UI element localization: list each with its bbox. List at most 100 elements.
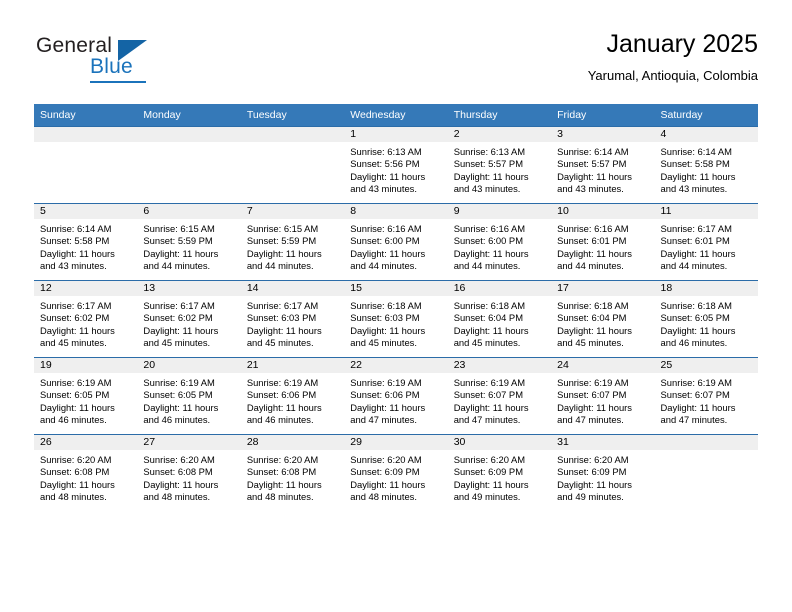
- day-details: Sunrise: 6:16 AM Sunset: 6:00 PM Daylight:…: [448, 219, 551, 273]
- day-number: 15: [344, 281, 448, 296]
- sunset-line: Sunset: 5:58 PM: [660, 158, 730, 170]
- sunset-line: Sunset: 6:03 PM: [246, 312, 317, 324]
- weekday-header-friday: Friday: [551, 104, 655, 127]
- day-number: [240, 127, 345, 142]
- calendar-week-row: 26 Sunrise: 6:20 AM Sunset: 6:08 PM Dayligh…: [34, 434, 758, 511]
- daylight-line: Daylight: 11 hours: [557, 247, 632, 259]
- day-details: Sunrise: 6:20 AM Sunset: 6:08 PM Daylight:…: [137, 450, 240, 504]
- daylight-line-cont: and 43 minutes.: [660, 183, 728, 195]
- sunrise-line: Sunrise: 6:19 AM: [660, 377, 732, 388]
- daylight-line-cont: and 46 minutes.: [246, 414, 314, 426]
- day-details: Sunrise: 6:20 AM Sunset: 6:09 PM Daylight:…: [551, 450, 654, 504]
- daylight-line-cont: and 43 minutes.: [350, 183, 417, 195]
- sunset-line: Sunset: 5:56 PM: [350, 158, 420, 170]
- day-number: 3: [551, 127, 655, 142]
- daylight-line: Daylight: 11 hours: [660, 247, 736, 259]
- calendar-day-cell[interactable]: 16 Sunrise: 6:18 AM Sunset: 6:04 PM Dayligh…: [447, 280, 552, 358]
- calendar-day-cell[interactable]: 27 Sunrise: 6:20 AM Sunset: 6:08 PM Dayligh…: [137, 434, 241, 511]
- day-number: 18: [654, 281, 758, 296]
- calendar-day-cell[interactable]: 5 Sunrise: 6:14 AM Sunset: 5:58 PM Daylight…: [34, 203, 138, 281]
- calendar-day-cell[interactable]: 3 Sunrise: 6:14 AM Sunset: 5:57 PM Daylight…: [551, 126, 655, 204]
- day-details: Sunrise: 6:17 AM Sunset: 6:03 PM Daylight:…: [241, 296, 344, 350]
- calendar-day-cell[interactable]: 7 Sunrise: 6:15 AM Sunset: 5:59 PM Daylight…: [240, 203, 345, 281]
- sunrise-line: Sunrise: 6:19 AM: [453, 377, 526, 388]
- daylight-line: Daylight: 11 hours: [350, 401, 426, 413]
- day-details: Sunrise: 6:19 AM Sunset: 6:07 PM Daylight:…: [551, 373, 654, 427]
- sunset-line: Sunset: 5:59 PM: [143, 235, 213, 247]
- calendar-week-row: 5 Sunrise: 6:14 AM Sunset: 5:58 PM Daylight…: [34, 203, 758, 281]
- sunrise-line: Sunrise: 6:20 AM: [350, 454, 422, 465]
- calendar-day-cell[interactable]: 31 Sunrise: 6:20 AM Sunset: 6:09 PM Dayligh…: [551, 434, 655, 511]
- daylight-line-cont: and 44 minutes.: [660, 260, 728, 272]
- daylight-line-cont: and 44 minutes.: [143, 260, 211, 272]
- calendar-day-cell[interactable]: 26 Sunrise: 6:20 AM Sunset: 6:08 PM Dayligh…: [34, 434, 138, 511]
- calendar-day-cell[interactable]: 15 Sunrise: 6:18 AM Sunset: 6:03 PM Dayligh…: [344, 280, 448, 358]
- calendar-empty-cell: [240, 126, 345, 204]
- day-details: Sunrise: 6:13 AM Sunset: 5:56 PM Daylight:…: [344, 142, 447, 196]
- calendar-day-cell[interactable]: 1 Sunrise: 6:13 AM Sunset: 5:56 PM Daylight…: [344, 126, 448, 204]
- day-number: 9: [447, 204, 552, 219]
- day-number: 27: [137, 435, 241, 450]
- sunrise-line: Sunrise: 6:20 AM: [143, 454, 215, 465]
- daylight-line-cont: and 48 minutes.: [40, 491, 107, 503]
- calendar-day-cell[interactable]: 20 Sunrise: 6:19 AM Sunset: 6:05 PM Dayligh…: [137, 357, 241, 435]
- calendar-day-cell[interactable]: 4 Sunrise: 6:14 AM Sunset: 5:58 PM Daylight…: [654, 126, 758, 204]
- calendar-day-cell[interactable]: 22 Sunrise: 6:19 AM Sunset: 6:06 PM Dayligh…: [344, 357, 448, 435]
- sunset-line: Sunset: 5:57 PM: [453, 158, 523, 170]
- daylight-line: Daylight: 11 hours: [453, 478, 529, 490]
- day-details: Sunrise: 6:19 AM Sunset: 6:07 PM Daylight:…: [448, 373, 551, 427]
- calendar-day-cell[interactable]: 30 Sunrise: 6:20 AM Sunset: 6:09 PM Dayligh…: [447, 434, 552, 511]
- daylight-line-cont: and 45 minutes.: [246, 337, 314, 349]
- sunrise-line: Sunrise: 6:18 AM: [557, 300, 629, 311]
- calendar-day-cell[interactable]: 17 Sunrise: 6:18 AM Sunset: 6:04 PM Dayligh…: [551, 280, 655, 358]
- calendar-day-cell[interactable]: 2 Sunrise: 6:13 AM Sunset: 5:57 PM Daylight…: [447, 126, 552, 204]
- calendar-day-cell[interactable]: 6 Sunrise: 6:15 AM Sunset: 5:59 PM Daylight…: [137, 203, 241, 281]
- day-number: 14: [240, 281, 345, 296]
- sunset-line: Sunset: 6:05 PM: [660, 312, 730, 324]
- calendar-day-cell[interactable]: 18 Sunrise: 6:18 AM Sunset: 6:05 PM Dayligh…: [654, 280, 758, 358]
- general-blue-logo[interactable]: General Blue: [34, 34, 264, 90]
- daylight-line-cont: and 44 minutes.: [246, 260, 314, 272]
- calendar-day-cell[interactable]: 8 Sunrise: 6:16 AM Sunset: 6:00 PM Daylight…: [344, 203, 448, 281]
- sunrise-line: Sunrise: 6:18 AM: [350, 300, 422, 311]
- sunrise-line: Sunrise: 6:13 AM: [350, 146, 422, 157]
- calendar-day-cell[interactable]: 28 Sunrise: 6:20 AM Sunset: 6:08 PM Dayligh…: [240, 434, 345, 511]
- sunset-line: Sunset: 6:04 PM: [557, 312, 627, 324]
- day-details: Sunrise: 6:14 AM Sunset: 5:58 PM Daylight:…: [34, 219, 137, 273]
- day-number: 31: [551, 435, 655, 450]
- daylight-line: Daylight: 11 hours: [557, 170, 632, 182]
- day-number: 1: [344, 127, 448, 142]
- calendar-day-cell[interactable]: 9 Sunrise: 6:16 AM Sunset: 6:00 PM Daylight…: [447, 203, 552, 281]
- calendar-day-cell[interactable]: 13 Sunrise: 6:17 AM Sunset: 6:02 PM Dayligh…: [137, 280, 241, 358]
- daylight-line: Daylight: 11 hours: [453, 324, 529, 336]
- calendar-day-cell[interactable]: 21 Sunrise: 6:19 AM Sunset: 6:06 PM Dayligh…: [240, 357, 345, 435]
- calendar-day-cell[interactable]: 25 Sunrise: 6:19 AM Sunset: 6:07 PM Dayligh…: [654, 357, 758, 435]
- day-details: Sunrise: 6:19 AM Sunset: 6:06 PM Daylight:…: [344, 373, 447, 427]
- daylight-line-cont: and 43 minutes.: [453, 183, 521, 195]
- sunset-line: Sunset: 5:57 PM: [557, 158, 627, 170]
- calendar-day-cell[interactable]: 12 Sunrise: 6:17 AM Sunset: 6:02 PM Dayligh…: [34, 280, 138, 358]
- daylight-line-cont: and 45 minutes.: [453, 337, 521, 349]
- day-number: 16: [447, 281, 552, 296]
- sunset-line: Sunset: 6:09 PM: [557, 466, 627, 478]
- calendar-day-cell[interactable]: 23 Sunrise: 6:19 AM Sunset: 6:07 PM Dayligh…: [447, 357, 552, 435]
- day-number: 12: [34, 281, 138, 296]
- day-number: 4: [654, 127, 758, 142]
- sunrise-line: Sunrise: 6:19 AM: [40, 377, 112, 388]
- daylight-line-cont: and 45 minutes.: [350, 337, 417, 349]
- logo-underline: [90, 81, 146, 83]
- sunset-line: Sunset: 6:02 PM: [143, 312, 213, 324]
- calendar-day-cell[interactable]: 14 Sunrise: 6:17 AM Sunset: 6:03 PM Dayligh…: [240, 280, 345, 358]
- calendar-day-cell[interactable]: 24 Sunrise: 6:19 AM Sunset: 6:07 PM Dayligh…: [551, 357, 655, 435]
- daylight-line-cont: and 49 minutes.: [453, 491, 521, 503]
- calendar-day-cell[interactable]: 11 Sunrise: 6:17 AM Sunset: 6:01 PM Dayligh…: [654, 203, 758, 281]
- day-details: Sunrise: 6:17 AM Sunset: 6:01 PM Daylight:…: [655, 219, 758, 273]
- day-details: Sunrise: 6:19 AM Sunset: 6:07 PM Daylight:…: [655, 373, 758, 427]
- daylight-line-cont: and 46 minutes.: [660, 337, 728, 349]
- calendar-day-cell[interactable]: 29 Sunrise: 6:20 AM Sunset: 6:09 PM Dayligh…: [344, 434, 448, 511]
- daylight-line-cont: and 44 minutes.: [453, 260, 521, 272]
- sunset-line: Sunset: 6:00 PM: [350, 235, 420, 247]
- calendar-day-cell[interactable]: 19 Sunrise: 6:19 AM Sunset: 6:05 PM Dayligh…: [34, 357, 138, 435]
- calendar-day-cell[interactable]: 10 Sunrise: 6:16 AM Sunset: 6:01 PM Dayligh…: [551, 203, 655, 281]
- logo-text-blue: Blue: [90, 55, 133, 78]
